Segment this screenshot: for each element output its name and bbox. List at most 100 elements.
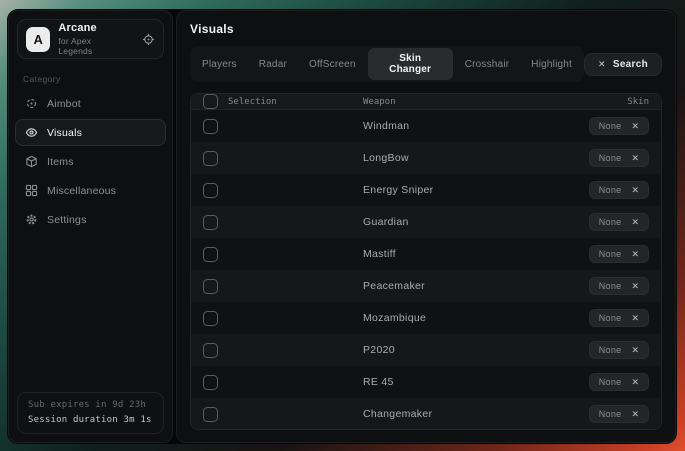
weapon-name: Peacemaker (363, 280, 589, 292)
tab[interactable]: Radar (249, 48, 297, 80)
grid-icon (24, 184, 38, 197)
desktop-backdrop: A Arcane for Apex Legends Category (0, 0, 685, 451)
remove-skin-icon[interactable]: ✕ (631, 122, 639, 131)
sub-expiry-text: Sub expires in 9d 23h (28, 400, 153, 410)
main-panel: Visuals Players Radar OffScreen Skin Cha… (176, 10, 676, 443)
row-checkbox[interactable] (203, 119, 218, 134)
table-row: RE 45 None ✕ (191, 366, 661, 398)
sidebar-item-items[interactable]: Items (15, 148, 166, 175)
remove-skin-icon[interactable]: ✕ (631, 346, 639, 355)
tab[interactable]: Crosshair (455, 48, 520, 80)
skin-value: None (599, 121, 622, 131)
sidebar-item-label: Aimbot (47, 98, 81, 110)
app-window: A Arcane for Apex Legends Category (7, 9, 677, 444)
sidebar-item-settings[interactable]: Settings (15, 206, 166, 233)
row-checkbox[interactable] (203, 375, 218, 390)
weapon-name: P2020 (363, 344, 589, 356)
row-checkbox[interactable] (203, 215, 218, 230)
tab[interactable]: Players (192, 48, 247, 80)
skin-value: None (599, 249, 622, 259)
skin-value: None (599, 281, 622, 291)
table-row: Mastiff None ✕ (191, 238, 661, 270)
skin-value: None (599, 153, 622, 163)
weapon-name: Energy Sniper (363, 184, 589, 196)
sidebar-item-aimbot[interactable]: Aimbot (15, 90, 166, 117)
skin-selector-badge[interactable]: None ✕ (589, 181, 649, 199)
table-row: LongBow None ✕ (191, 142, 661, 174)
app-header-card: A Arcane for Apex Legends (17, 19, 164, 59)
skin-selector-badge[interactable]: None ✕ (589, 373, 649, 391)
remove-skin-icon[interactable]: ✕ (631, 378, 639, 387)
table-body: Windman None ✕ Long (191, 110, 661, 430)
page-title: Visuals (190, 22, 662, 36)
subscription-info-box: Sub expires in 9d 23h Session duration 3… (17, 392, 164, 434)
category-label: Category (23, 74, 158, 84)
row-checkbox[interactable] (203, 311, 218, 326)
remove-skin-icon[interactable]: ✕ (631, 282, 639, 291)
row-checkbox[interactable] (203, 183, 218, 198)
table-row: Windman None ✕ (191, 110, 661, 142)
sidebar-item-label: Visuals (47, 127, 82, 139)
remove-skin-icon[interactable]: ✕ (631, 218, 639, 227)
box-icon (24, 155, 38, 168)
tab[interactable]: Highlight (521, 48, 582, 80)
remove-skin-icon[interactable]: ✕ (631, 154, 639, 163)
app-name: Arcane (58, 22, 126, 34)
sidebar: A Arcane for Apex Legends Category (8, 10, 173, 443)
weapon-column-header: Weapon (363, 97, 627, 107)
sidebar-nav: Aimbot Visuals Ite (9, 89, 172, 234)
search-icon: ✕ (598, 59, 606, 70)
skin-selector-badge[interactable]: None ✕ (589, 341, 649, 359)
search-button-label: Search (613, 59, 648, 70)
sidebar-item-label: Miscellaneous (47, 185, 116, 197)
select-all-checkbox[interactable] (203, 94, 218, 109)
target-icon[interactable] (142, 33, 155, 46)
skin-value: None (599, 313, 622, 323)
table-row: Peacemaker None ✕ (191, 270, 661, 302)
remove-skin-icon[interactable]: ✕ (631, 250, 639, 259)
tabs-row: Players Radar OffScreen Skin Changer Cro… (190, 46, 662, 82)
row-checkbox[interactable] (203, 151, 218, 166)
skin-selector-badge[interactable]: None ✕ (589, 117, 649, 135)
table-header: Selection Weapon Skin (191, 94, 661, 110)
weapon-name: Guardian (363, 216, 589, 228)
weapon-name: RE 45 (363, 376, 589, 388)
weapon-name: Changemaker (363, 408, 589, 420)
row-checkbox[interactable] (203, 407, 218, 422)
tab[interactable]: Skin Changer (368, 48, 453, 80)
remove-skin-icon[interactable]: ✕ (631, 314, 639, 323)
skin-value: None (599, 217, 622, 227)
row-checkbox[interactable] (203, 343, 218, 358)
skin-selector-badge[interactable]: None ✕ (589, 149, 649, 167)
skin-selector-badge[interactable]: None ✕ (589, 405, 649, 423)
skin-selector-badge[interactable]: None ✕ (589, 213, 649, 231)
table-row: Energy Sniper None ✕ (191, 174, 661, 206)
table-row: Mozambique None ✕ (191, 302, 661, 334)
gear-icon (24, 213, 38, 226)
tab-group: Players Radar OffScreen Skin Changer Cro… (190, 46, 584, 82)
search-button[interactable]: ✕ Search (584, 53, 662, 76)
skin-selector-badge[interactable]: None ✕ (589, 277, 649, 295)
skin-value: None (599, 345, 622, 355)
weapon-name: LongBow (363, 152, 589, 164)
tab[interactable]: OffScreen (299, 48, 366, 80)
remove-skin-icon[interactable]: ✕ (631, 186, 639, 195)
selection-column-header: Selection (218, 97, 363, 107)
sidebar-item-label: Items (47, 156, 74, 168)
skin-value: None (599, 377, 622, 387)
sidebar-item-label: Settings (47, 214, 87, 226)
app-subtitle: for Apex Legends (58, 36, 126, 56)
remove-skin-icon[interactable]: ✕ (631, 410, 639, 419)
session-duration-text: Session duration 3m 1s (28, 415, 153, 425)
crosshair-icon (24, 97, 38, 110)
skin-table: Selection Weapon Skin Windman None (190, 93, 662, 430)
sidebar-item-miscellaneous[interactable]: Miscellaneous (15, 177, 166, 204)
weapon-name: Mozambique (363, 312, 589, 324)
eye-icon (24, 126, 38, 139)
skin-selector-badge[interactable]: None ✕ (589, 245, 649, 263)
skin-selector-badge[interactable]: None ✕ (589, 309, 649, 327)
row-checkbox[interactable] (203, 279, 218, 294)
app-logo: A (26, 27, 50, 52)
row-checkbox[interactable] (203, 247, 218, 262)
sidebar-item-visuals[interactable]: Visuals (15, 119, 166, 146)
